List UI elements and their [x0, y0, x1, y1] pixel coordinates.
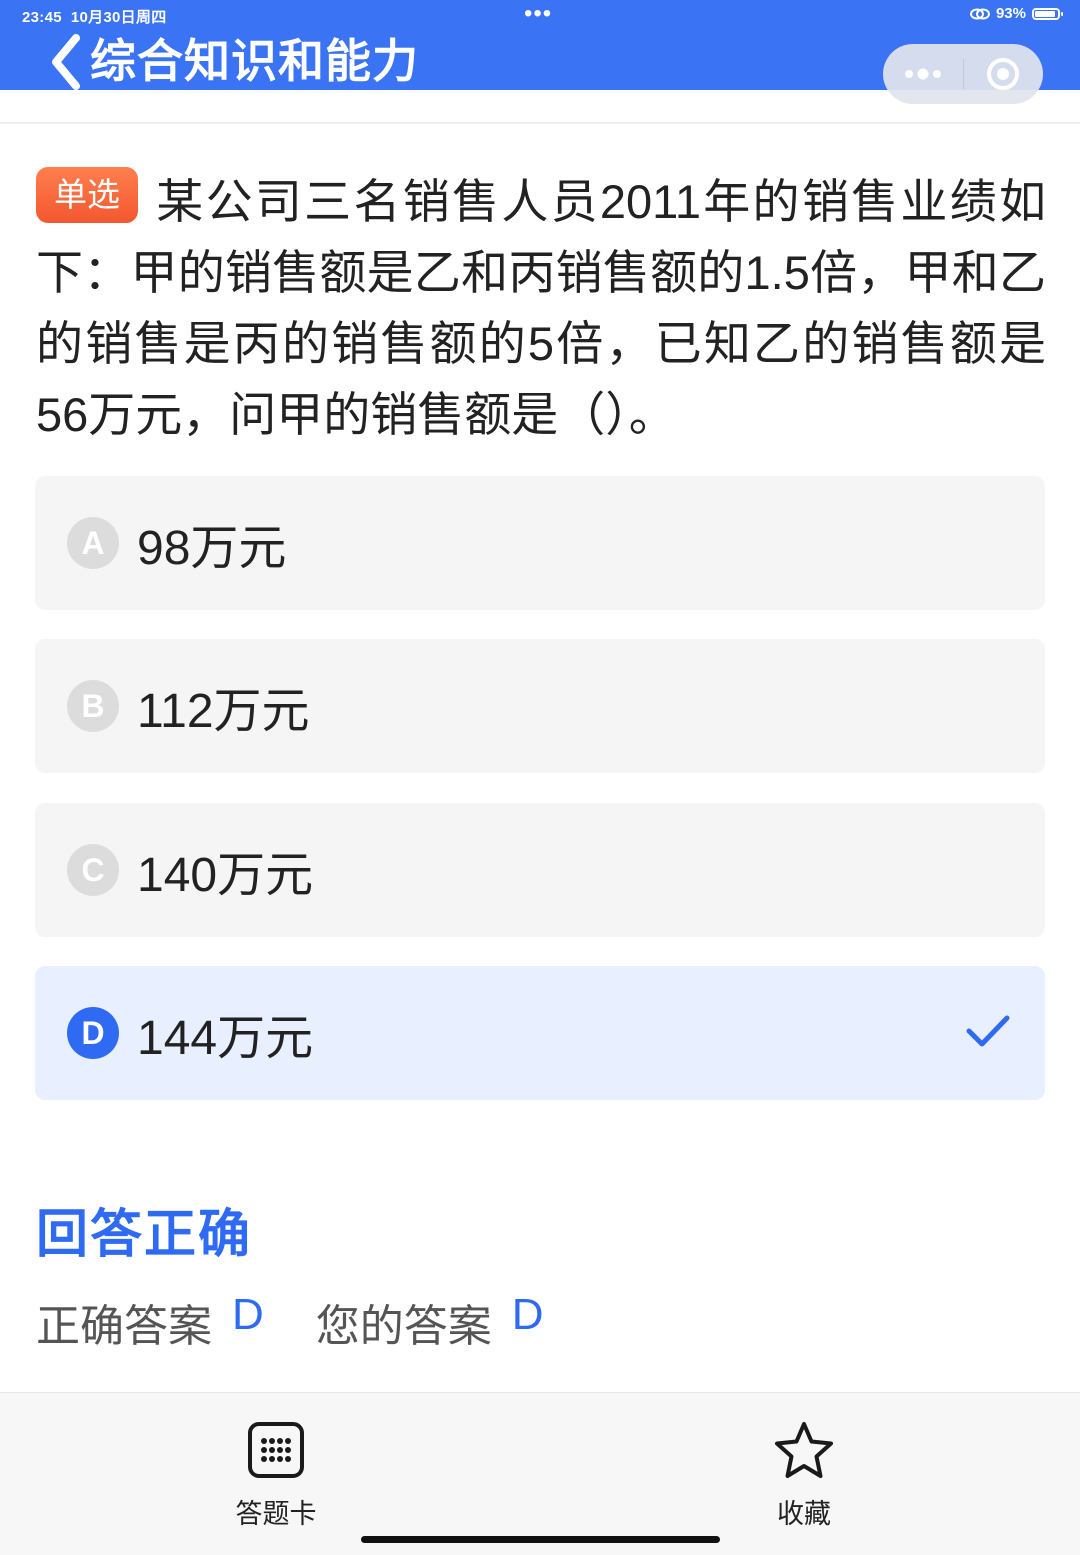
multitasking-dots[interactable]: •••	[524, 0, 552, 28]
battery-icon	[1032, 7, 1063, 20]
more-button[interactable]	[883, 44, 963, 104]
status-time-date: 23:45 10月30日周四	[22, 6, 167, 27]
close-mini-program-button[interactable]	[964, 44, 1044, 104]
result-title: 回答正确	[36, 1206, 253, 1264]
favorite-label: 收藏	[777, 1499, 831, 1529]
your-answer-value: D	[511, 1290, 544, 1339]
correct-answer-value: D	[232, 1290, 264, 1339]
your-answer: 您的答案 D	[316, 1290, 544, 1354]
battery-percent: 93%	[995, 5, 1026, 22]
option-d[interactable]: D 144万元	[35, 966, 1045, 1100]
option-text: 144万元	[137, 1012, 314, 1065]
grid-icon	[248, 1422, 304, 1478]
option-letter: C	[67, 844, 119, 896]
option-letter: D	[67, 1007, 119, 1059]
target-circle-icon	[987, 58, 1020, 90]
page-title: 综合知识和能力	[90, 35, 419, 87]
option-text: 140万元	[137, 849, 314, 902]
check-icon	[966, 1015, 1010, 1047]
option-letter: A	[67, 517, 119, 569]
option-a[interactable]: A 98万元	[35, 476, 1045, 610]
answer-summary: 正确答案 D 您的答案 D	[36, 1290, 544, 1354]
option-b[interactable]: B 112万元	[35, 639, 1045, 773]
answer-card-button[interactable]: 答题卡	[206, 1421, 346, 1531]
correct-answer: 正确答案 D	[36, 1290, 264, 1354]
home-indicator[interactable]	[361, 1536, 720, 1543]
option-text: 98万元	[137, 522, 287, 575]
link-icon	[969, 8, 990, 19]
your-answer-label: 您的答案	[315, 1302, 492, 1351]
correct-answer-label: 正确答案	[36, 1302, 212, 1351]
question-text: 某公司三名销售人员2011年的销售业绩如下：甲的销售额是乙和丙销售额的1.5倍，…	[36, 175, 1046, 441]
option-c[interactable]: C 140万元	[35, 803, 1045, 937]
mini-program-capsule	[883, 44, 1043, 104]
question-stem: 单选 某公司三名销售人员2011年的销售业绩如下：甲的销售额是乙和丙销售额的1.5…	[36, 166, 1046, 450]
star-icon	[775, 1422, 833, 1478]
answer-card-label: 答题卡	[235, 1499, 317, 1529]
more-dots-icon	[904, 68, 941, 80]
option-letter: B	[67, 680, 119, 732]
status-date: 10月30日周四	[70, 9, 167, 26]
favorite-button[interactable]: 收藏	[734, 1421, 874, 1531]
battery-fill	[1035, 10, 1056, 17]
back-icon[interactable]	[46, 34, 86, 90]
bottom-toolbar: 答题卡 收藏	[0, 1392, 1080, 1555]
status-time: 23:45	[22, 9, 62, 26]
question-type-tag: 单选	[36, 167, 138, 223]
status-right: 93%	[969, 5, 1063, 22]
option-text: 112万元	[137, 685, 310, 738]
